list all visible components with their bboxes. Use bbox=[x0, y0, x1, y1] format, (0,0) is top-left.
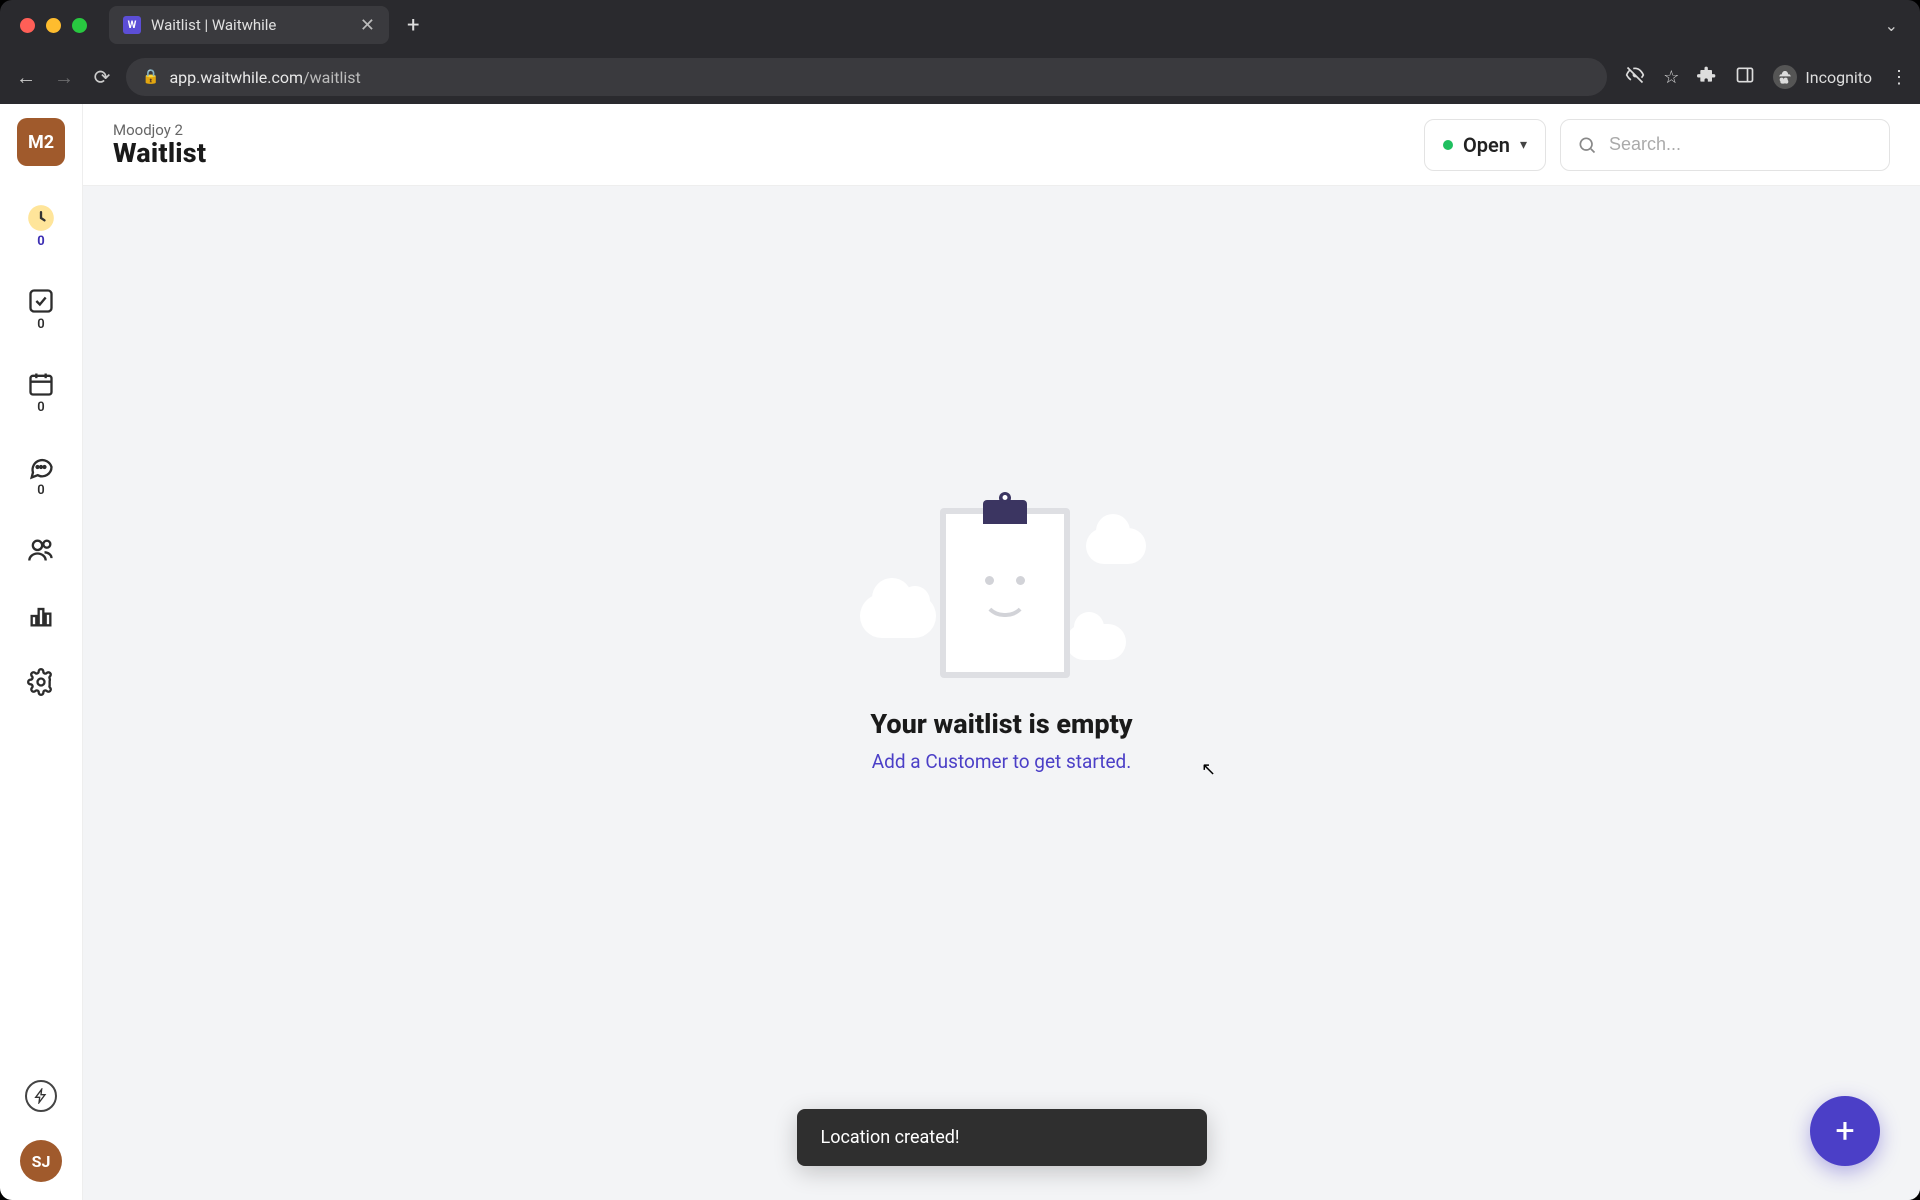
search-icon bbox=[1577, 135, 1597, 155]
window-minimize-button[interactable] bbox=[46, 18, 61, 33]
status-dot-icon bbox=[1443, 140, 1453, 150]
chevron-down-icon: ▾ bbox=[1520, 137, 1527, 153]
sidebar-count: 0 bbox=[37, 400, 44, 415]
sidebar-item-bookings[interactable]: 0 bbox=[27, 370, 55, 415]
forward-button[interactable]: → bbox=[50, 65, 78, 90]
sidebar-count: 0 bbox=[37, 317, 44, 332]
sidebar-quick-action[interactable] bbox=[25, 1080, 57, 1112]
workspace-badge[interactable]: M2 bbox=[17, 118, 65, 166]
sidebar-item-settings[interactable] bbox=[27, 668, 55, 696]
add-fab[interactable]: + bbox=[1810, 1096, 1880, 1166]
url-text: app.waitwhile.com/waitlist bbox=[169, 68, 360, 87]
sidebar-count: 0 bbox=[37, 483, 44, 498]
browser-chrome: W Waitlist | Waitwhile ✕ + ⌄ ← → ⟳ 🔒 app… bbox=[0, 0, 1920, 104]
check-square-icon bbox=[27, 287, 55, 315]
search-input[interactable] bbox=[1609, 134, 1873, 155]
incognito-icon bbox=[1773, 65, 1797, 89]
sidebar-item-messages[interactable]: 0 bbox=[27, 453, 55, 498]
eye-off-icon[interactable] bbox=[1625, 65, 1645, 90]
browser-tabbar: W Waitlist | Waitwhile ✕ + ⌄ bbox=[0, 0, 1920, 50]
incognito-label: Incognito bbox=[1805, 68, 1872, 87]
add-customer-link[interactable]: Add a Customer to get started. bbox=[852, 750, 1152, 773]
url-host: app.waitwhile.com bbox=[169, 68, 303, 87]
browser-action-icons: ☆ Incognito ⋮ bbox=[1625, 65, 1908, 90]
cloud-icon bbox=[1066, 624, 1126, 660]
sidebar-count: 0 bbox=[37, 234, 44, 249]
sidebar-item-analytics[interactable] bbox=[27, 602, 55, 630]
plus-icon: + bbox=[1835, 1111, 1854, 1151]
incognito-indicator[interactable]: Incognito bbox=[1773, 65, 1872, 89]
cloud-icon bbox=[1086, 528, 1146, 564]
status-label: Open bbox=[1463, 133, 1510, 157]
tab-favicon: W bbox=[123, 16, 141, 34]
mouse-cursor: ↖ bbox=[1201, 759, 1216, 780]
toast-message: Location created! bbox=[821, 1127, 960, 1148]
tab-title: Waitlist | Waitwhile bbox=[151, 16, 350, 34]
clock-icon bbox=[27, 204, 55, 232]
browser-tab[interactable]: W Waitlist | Waitwhile ✕ bbox=[109, 6, 389, 44]
sidebar: M2 0 0 0 0 bbox=[0, 104, 83, 1200]
tab-close-icon[interactable]: ✕ bbox=[360, 15, 375, 36]
reload-button[interactable]: ⟳ bbox=[88, 65, 116, 89]
toast: Location created! bbox=[797, 1109, 1207, 1166]
browser-toolbar: ← → ⟳ 🔒 app.waitwhile.com/waitlist ☆ bbox=[0, 50, 1920, 104]
bar-chart-icon bbox=[27, 602, 55, 630]
panel-icon[interactable] bbox=[1735, 65, 1755, 90]
people-icon bbox=[27, 536, 55, 564]
star-icon[interactable]: ☆ bbox=[1663, 67, 1679, 88]
cloud-icon bbox=[860, 594, 936, 638]
tabs-overflow-icon[interactable]: ⌄ bbox=[1885, 16, 1898, 35]
clipboard-icon bbox=[940, 508, 1070, 678]
window-controls bbox=[20, 18, 87, 33]
new-tab-button[interactable]: + bbox=[399, 9, 427, 42]
calendar-icon bbox=[27, 370, 55, 398]
topbar: Moodjoy 2 Waitlist Open ▾ bbox=[83, 104, 1920, 186]
window-close-button[interactable] bbox=[20, 18, 35, 33]
search-field[interactable] bbox=[1560, 119, 1890, 171]
content: Your waitlist is empty Add a Customer to… bbox=[83, 186, 1920, 1200]
user-avatar[interactable]: SJ bbox=[20, 1140, 62, 1182]
window-zoom-button[interactable] bbox=[72, 18, 87, 33]
status-dropdown[interactable]: Open ▾ bbox=[1424, 119, 1546, 171]
main: Moodjoy 2 Waitlist Open ▾ bbox=[83, 104, 1920, 1200]
lock-icon: 🔒 bbox=[142, 69, 159, 85]
gear-icon bbox=[27, 668, 55, 696]
app-root: M2 0 0 0 0 bbox=[0, 104, 1920, 1200]
back-button[interactable]: ← bbox=[12, 65, 40, 90]
kebab-menu-icon[interactable]: ⋮ bbox=[1890, 67, 1908, 88]
url-path: /waitlist bbox=[303, 68, 361, 87]
empty-state: Your waitlist is empty Add a Customer to… bbox=[852, 494, 1152, 773]
sidebar-item-customers[interactable] bbox=[27, 536, 55, 564]
sidebar-item-waitlist[interactable]: 0 bbox=[27, 204, 55, 249]
page-title: Waitlist bbox=[113, 137, 206, 169]
sidebar-item-served[interactable]: 0 bbox=[27, 287, 55, 332]
address-bar[interactable]: 🔒 app.waitwhile.com/waitlist bbox=[126, 58, 1607, 96]
lightning-icon bbox=[33, 1088, 49, 1104]
extensions-icon[interactable] bbox=[1697, 65, 1717, 90]
empty-heading: Your waitlist is empty bbox=[852, 708, 1152, 740]
chat-icon bbox=[27, 453, 55, 481]
empty-illustration bbox=[852, 494, 1152, 684]
